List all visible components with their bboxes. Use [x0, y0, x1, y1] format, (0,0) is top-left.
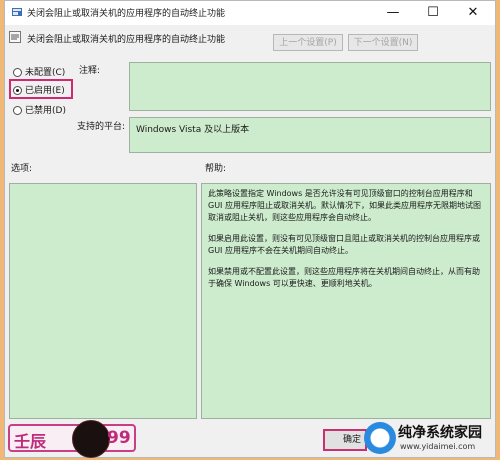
options-label: 选项: [11, 164, 33, 174]
site-watermark: 纯净系统家园 www.yidaimei.com [364, 418, 496, 458]
platform-box: Windows Vista 及以上版本 [129, 117, 491, 153]
logo-left-text: 壬辰 [14, 432, 47, 451]
radio-not-configured[interactable]: 未配置(C) [13, 65, 65, 79]
ok-button[interactable]: 确定 [323, 429, 367, 451]
radio-circle[interactable] [13, 106, 22, 115]
maximize-button[interactable]: ☐ [413, 1, 453, 25]
radio-label: 未配置(C) [25, 68, 66, 78]
options-panel [9, 183, 197, 419]
site-url: www.yidaimei.com [400, 442, 476, 451]
policy-settings-icon [12, 8, 22, 16]
dragon-emblem-icon [72, 420, 110, 458]
comment-label: 注释: [79, 66, 101, 76]
radio-circle[interactable] [13, 68, 22, 77]
next-setting-button[interactable]: 下一个设置(N) [348, 34, 418, 51]
policy-dialog: 关闭会阻止或取消关机的应用程序的自动终止功能 — ☐ ✕ 关闭会阻止或取消关机的… [4, 0, 496, 458]
help-label: 帮助: [205, 164, 227, 174]
site-logo-icon [364, 422, 396, 454]
window-title: 关闭会阻止或取消关机的应用程序的自动终止功能 [27, 9, 226, 19]
minimize-button[interactable]: — [373, 1, 413, 25]
close-button[interactable]: ✕ [453, 1, 493, 25]
platform-label: 支持的平台: [77, 122, 126, 132]
title-bar: 关闭会阻止或取消关机的应用程序的自动终止功能 — ☐ ✕ [5, 1, 495, 25]
watermark-logo: 壬辰 99 [8, 420, 136, 458]
highlight-box [9, 79, 73, 99]
logo-right-text: 99 [107, 428, 131, 448]
policy-icon [9, 31, 21, 43]
help-paragraph: 此策略设置指定 Windows 是否允许没有可见顶级窗口的控制台应用程序和 GU… [208, 189, 481, 222]
help-panel: 此策略设置指定 Windows 是否允许没有可见顶级窗口的控制台应用程序和 GU… [201, 183, 491, 419]
previous-setting-button[interactable]: 上一个设置(P) [273, 34, 343, 51]
help-paragraph: 如果禁用或不配置此设置，则这些应用程序将在关机期间自动终止，从而有助于确保 Wi… [208, 267, 480, 288]
radio-label: 已禁用(D) [25, 106, 66, 116]
site-title: 纯净系统家园 [398, 425, 482, 441]
comment-textarea[interactable] [129, 62, 491, 111]
help-paragraph: 如果启用此设置，则没有可见顶级窗口且阻止或取消关机的控制台应用程序或 GUI 应… [208, 234, 480, 255]
platform-value: Windows Vista 及以上版本 [136, 125, 250, 135]
radio-disabled[interactable]: 已禁用(D) [13, 103, 66, 117]
policy-name: 关闭会阻止或取消关机的应用程序的自动终止功能 [27, 35, 226, 45]
